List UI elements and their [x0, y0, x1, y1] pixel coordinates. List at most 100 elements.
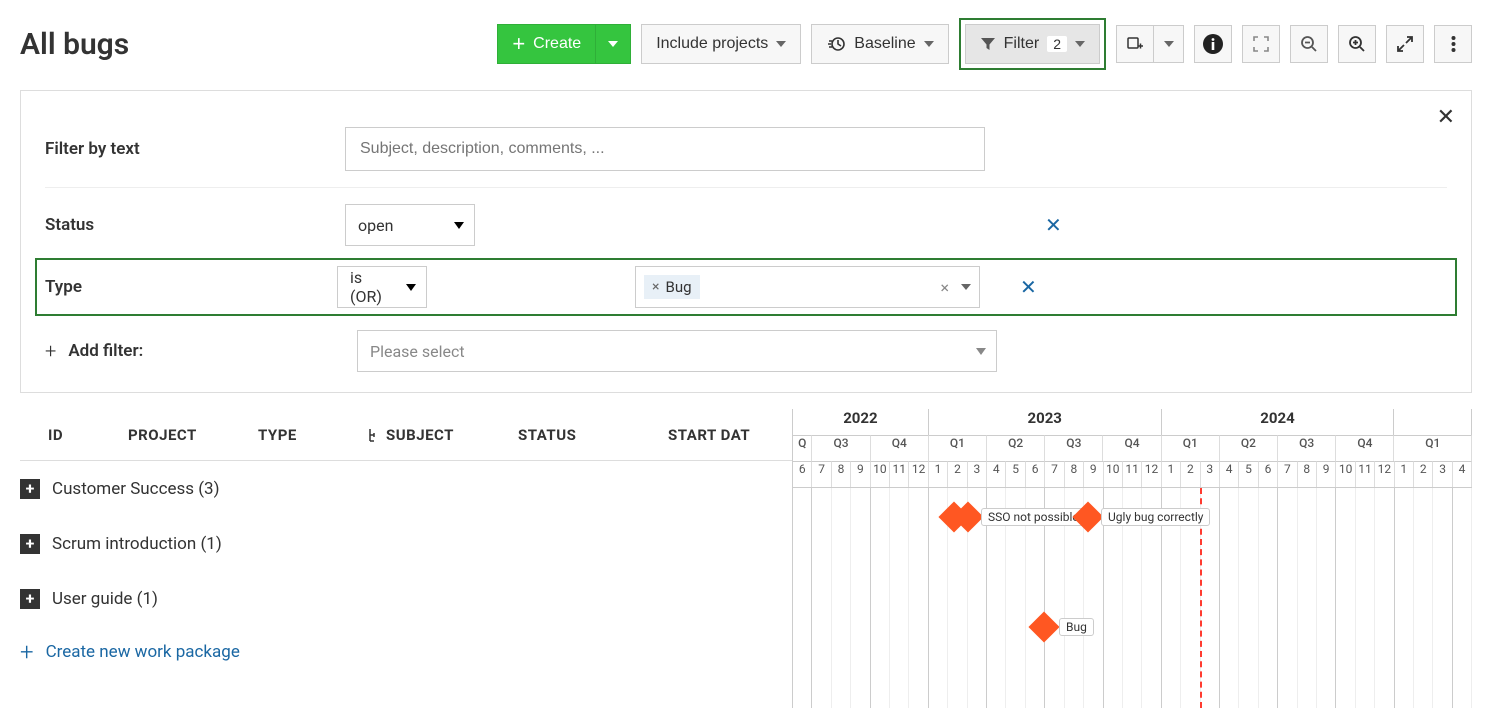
- table-row[interactable]: + Scrum introduction (1): [20, 516, 792, 571]
- th-project[interactable]: PROJECT: [128, 426, 258, 444]
- th-start-date[interactable]: START DAT: [668, 426, 792, 444]
- gantt-month: 3: [1201, 461, 1220, 487]
- table-row[interactable]: + User guide (1): [20, 571, 792, 626]
- chevron-down-icon: [776, 41, 786, 47]
- expand-icon[interactable]: +: [20, 534, 40, 554]
- th-id[interactable]: ID: [48, 426, 128, 444]
- filter-text-label: Filter by text: [45, 139, 345, 159]
- gantt-quarter: Q3: [1045, 435, 1103, 461]
- settings-button-group: [1116, 25, 1184, 63]
- type-chip: × Bug: [644, 275, 700, 299]
- gantt-month: 4: [1220, 461, 1239, 487]
- gantt-month: 1: [1162, 461, 1181, 487]
- gantt-quarter: Q4: [1103, 435, 1161, 461]
- more-button[interactable]: [1434, 25, 1472, 63]
- create-work-package-link[interactable]: + Create new work package: [20, 626, 792, 666]
- th-subject[interactable]: SUBJECT: [368, 426, 518, 444]
- baseline-button[interactable]: Baseline: [811, 24, 948, 64]
- gantt-month: 11: [890, 461, 909, 487]
- table-row[interactable]: + Customer Success (3): [20, 461, 792, 516]
- gantt-month: 12: [1142, 461, 1161, 487]
- expand-icon[interactable]: +: [20, 589, 40, 609]
- th-status[interactable]: STATUS: [518, 426, 668, 444]
- create-button[interactable]: + Create: [497, 24, 596, 64]
- create-dropdown[interactable]: [596, 24, 631, 64]
- fullscreen-button[interactable]: [1242, 25, 1280, 63]
- add-filter-select[interactable]: Please select: [357, 330, 997, 372]
- gantt-quarter: Q3: [1278, 435, 1336, 461]
- add-filter-row: + Add filter: Please select: [45, 316, 1447, 372]
- gantt-month: 9: [1317, 461, 1336, 487]
- gantt-month: 10: [1336, 461, 1355, 487]
- gantt-year: 2024: [1162, 409, 1395, 435]
- remove-type-filter[interactable]: ✕: [1020, 275, 1037, 299]
- gantt-month: 12: [909, 461, 928, 487]
- gantt-month: 10: [1104, 461, 1123, 487]
- th-type[interactable]: TYPE: [258, 426, 368, 444]
- close-icon[interactable]: ✕: [1437, 105, 1455, 130]
- zoom-in-icon: [1348, 35, 1366, 53]
- settings-dropdown[interactable]: [1154, 25, 1184, 63]
- gantt-month: 6: [793, 461, 812, 487]
- chevron-down-icon[interactable]: [961, 284, 971, 290]
- filter-text-input[interactable]: [345, 127, 985, 171]
- table-side: ID PROJECT TYPE SUBJECT STATUS START DAT…: [20, 409, 792, 708]
- gantt-month: 4: [1453, 461, 1472, 487]
- toolbar: All bugs + Create Include projects Basel…: [20, 18, 1472, 70]
- milestone-label: SSO not possible: [981, 508, 1086, 526]
- chevron-down-icon: [1075, 41, 1085, 47]
- chevron-down-icon: [1164, 41, 1174, 47]
- page-title: All bugs: [20, 27, 129, 62]
- filter-count-badge: 2: [1047, 36, 1067, 52]
- settings-button[interactable]: [1116, 25, 1154, 63]
- gantt-month: 4: [987, 461, 1006, 487]
- expand-button[interactable]: [1386, 25, 1424, 63]
- gantt-year: 2023: [929, 409, 1162, 435]
- type-operator-select[interactable]: is (OR): [337, 266, 427, 308]
- info-icon: [1202, 33, 1224, 55]
- gantt-month: 5: [1006, 461, 1025, 487]
- gantt-month: 7: [1278, 461, 1297, 487]
- filter-icon: [980, 36, 996, 52]
- gantt-month: 8: [1298, 461, 1317, 487]
- filter-button-highlight: Filter 2: [959, 18, 1106, 70]
- gantt-body[interactable]: SSO not possible Ugly bug correctly Bug: [793, 488, 1472, 708]
- status-select[interactable]: open: [345, 204, 475, 246]
- baseline-icon: [826, 34, 846, 54]
- hierarchy-icon: [368, 428, 380, 442]
- filter-panel: ✕ Filter by text Status open ✕ Type is (…: [20, 90, 1472, 393]
- gantt-quarter: Q2: [1220, 435, 1278, 461]
- gantt-month: 8: [1065, 461, 1084, 487]
- milestone-label: Bug: [1059, 618, 1094, 636]
- zoom-out-button[interactable]: [1290, 25, 1328, 63]
- gear-plus-icon: [1126, 35, 1144, 53]
- type-value-input[interactable]: × Bug ×: [635, 266, 980, 308]
- gantt-month: 6: [1026, 461, 1045, 487]
- plus-icon: +: [20, 638, 34, 666]
- gantt-quarter: Q1: [1394, 435, 1472, 461]
- fullscreen-icon: [1252, 35, 1270, 53]
- zoom-out-icon: [1300, 35, 1318, 53]
- gantt-header: 202220232024 QQ3Q4Q1Q2Q3Q4Q1Q2Q3Q4Q1 678…: [793, 409, 1472, 488]
- gantt-month: 9: [1084, 461, 1103, 487]
- filter-status-label: Status: [45, 215, 345, 235]
- chip-remove-icon[interactable]: ×: [652, 279, 659, 295]
- expand-icon[interactable]: +: [20, 479, 40, 499]
- zoom-in-button[interactable]: [1338, 25, 1376, 63]
- clear-icon[interactable]: ×: [940, 278, 949, 297]
- gantt-month: 1: [1395, 461, 1414, 487]
- gantt-month: 1: [929, 461, 948, 487]
- include-projects-button[interactable]: Include projects: [641, 24, 801, 64]
- remove-status-filter[interactable]: ✕: [1045, 213, 1062, 237]
- chevron-down-icon: [406, 284, 416, 291]
- gantt-month: 11: [1356, 461, 1375, 487]
- plus-icon: +: [512, 33, 525, 55]
- chevron-down-icon: [608, 41, 618, 47]
- gantt-side: 202220232024 QQ3Q4Q1Q2Q3Q4Q1Q2Q3Q4Q1 678…: [792, 409, 1472, 708]
- filter-type-row: Type is (OR) × Bug × ✕: [35, 258, 1457, 316]
- gantt-quarter: Q4: [1336, 435, 1394, 461]
- gantt-month: 11: [1123, 461, 1142, 487]
- info-button[interactable]: [1194, 25, 1232, 63]
- filter-text-row: Filter by text: [45, 115, 1447, 183]
- filter-button[interactable]: Filter 2: [965, 24, 1100, 64]
